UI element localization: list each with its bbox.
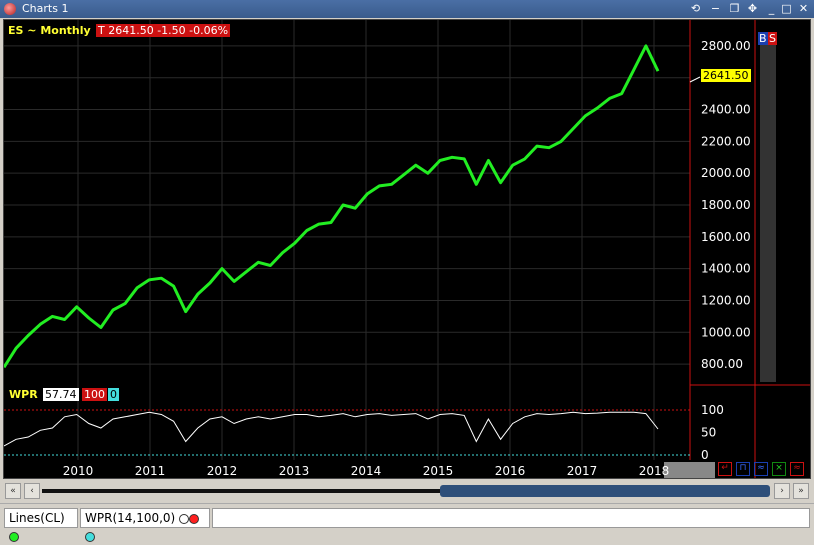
scroll-thumb[interactable] <box>440 485 770 497</box>
wpr-dot-red-icon <box>189 513 200 524</box>
time-scrollbar[interactable]: « ‹ › » <box>0 481 814 501</box>
wpr-high-badge: 100 <box>82 388 107 401</box>
lines-indicator[interactable]: Lines(CL) <box>4 508 78 542</box>
price-tick-label: 2800.00 <box>701 39 751 53</box>
scroll-last-icon[interactable]: » <box>793 483 809 499</box>
chart-area[interactable]: 2800.002600.002400.002200.002000.001800.… <box>3 19 811 479</box>
price-line <box>4 44 660 369</box>
year-axis: 2010 2011 2012 2013 2014 2015 2016 2017 2018 <box>63 464 670 478</box>
wpr-tick-label: 0 <box>701 448 709 462</box>
price-tick-label: 1000.00 <box>701 325 751 339</box>
last-quote-badge: T 2641.50 -1.50 -0.06% <box>96 24 231 37</box>
tool-blue-icon[interactable]: ⊓ <box>736 462 750 476</box>
tool-link-icon[interactable]: ≈ <box>790 462 804 476</box>
wpr-tick-label: 50 <box>701 426 716 440</box>
year-tick-label: 2015 <box>423 464 454 478</box>
price-tick-label: 2000.00 <box>701 166 751 180</box>
price-tag-pointer <box>689 76 701 83</box>
minimize-icon[interactable]: − <box>708 1 723 16</box>
lines-label: Lines(CL) <box>9 511 65 525</box>
wpr-value-badge: 57.74 <box>43 388 79 401</box>
price-tick-label: 2400.00 <box>701 103 751 117</box>
tool-wave-icon[interactable]: ≈ <box>754 462 768 476</box>
tool-cross-icon[interactable]: × <box>772 462 786 476</box>
year-tick-label: 2011 <box>135 464 166 478</box>
move-icon[interactable]: ✥ <box>745 1 760 16</box>
tool-red-icon[interactable]: ↵ <box>718 462 732 476</box>
restore-icon[interactable]: ❐ <box>727 1 742 16</box>
price-tick-label: 1600.00 <box>701 230 751 244</box>
price-tick-label: 1400.00 <box>701 262 751 276</box>
window-title: Charts 1 <box>22 2 69 15</box>
order-panel-strip <box>760 32 776 382</box>
window-titlebar: Charts 1 ⟲ − ❐ ✥ _ □ ✕ <box>0 0 814 18</box>
wpr-low-badge: 0 <box>108 388 119 401</box>
year-tick-label: 2016 <box>495 464 526 478</box>
wpr-params-label: WPR(14,100,0) <box>85 511 176 525</box>
status-empty-area <box>212 508 810 528</box>
year-tick-label: 2018 <box>639 464 670 478</box>
price-tag: 2641.50 <box>701 69 751 82</box>
wpr-line <box>4 411 659 447</box>
sync-icon[interactable]: ⟲ <box>688 1 703 16</box>
price-tick-label: 1200.00 <box>701 293 751 307</box>
year-tick-label: 2012 <box>207 464 238 478</box>
wpr-indicator[interactable]: WPR(14,100,0) <box>80 508 210 542</box>
scroll-left-icon[interactable]: ‹ <box>24 483 40 499</box>
maximize-icon[interactable]: □ <box>779 1 794 16</box>
year-tick-label: 2014 <box>351 464 382 478</box>
sell-button[interactable]: S <box>768 32 777 45</box>
year-tick-label: 2017 <box>567 464 598 478</box>
wpr-dot-white-icon <box>179 513 190 524</box>
minimize-window-icon[interactable]: _ <box>764 1 779 16</box>
wpr-series <box>4 411 659 447</box>
lines-color-dot-icon <box>9 531 19 542</box>
year-tick-label: 2013 <box>279 464 310 478</box>
price-axis: 2800.002600.002400.002200.002000.001800.… <box>701 39 751 371</box>
scroll-right-icon[interactable]: › <box>774 483 790 499</box>
wpr-tick-label: 100 <box>701 403 724 417</box>
symbol-label: ES ~ Monthly <box>8 24 91 37</box>
status-bar: Lines(CL) WPR(14,100,0) <box>0 503 814 542</box>
price-series <box>4 44 660 369</box>
wpr-dot-cyan-icon <box>85 531 95 542</box>
axis-corner-block <box>664 462 715 478</box>
close-icon[interactable]: ✕ <box>796 1 811 16</box>
wpr-label: WPR <box>9 388 38 401</box>
price-tick-label: 2200.00 <box>701 134 751 148</box>
scroll-first-icon[interactable]: « <box>5 483 21 499</box>
price-tick-label: 800.00 <box>701 357 743 371</box>
wpr-axis: 100 50 0 <box>701 403 724 462</box>
price-tick-label: 1800.00 <box>701 198 751 212</box>
buy-button[interactable]: B <box>758 32 768 45</box>
chart-svg: 2800.002600.002400.002200.002000.001800.… <box>4 20 810 478</box>
app-icon <box>4 3 16 15</box>
year-tick-label: 2010 <box>63 464 94 478</box>
